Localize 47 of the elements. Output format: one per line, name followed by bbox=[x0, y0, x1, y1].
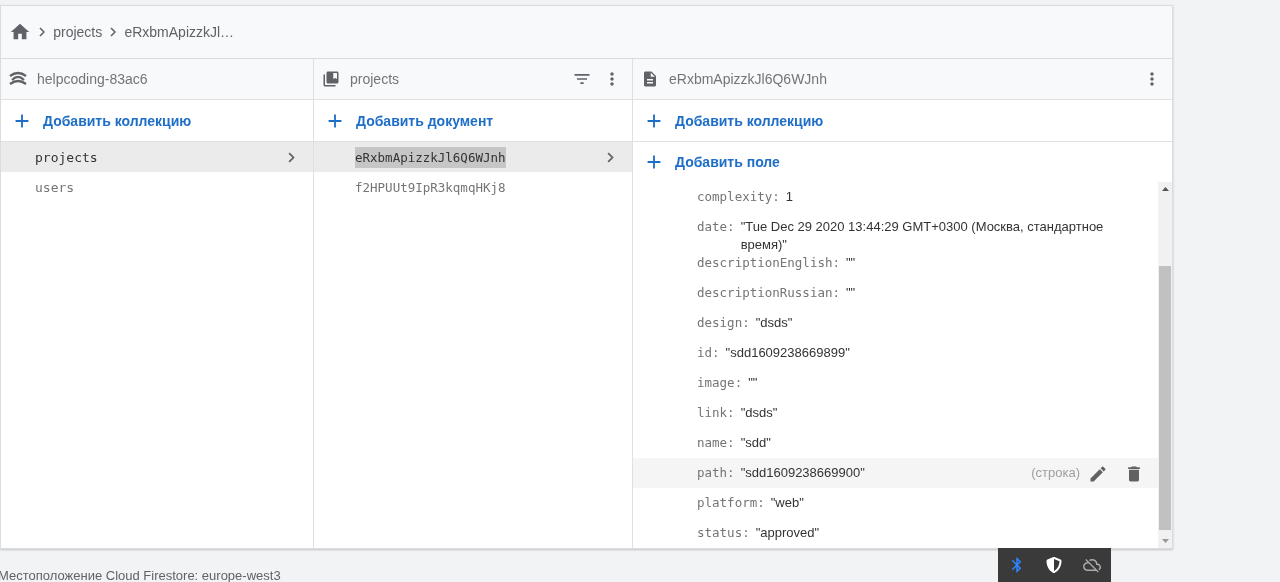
field-key: path: bbox=[697, 464, 735, 482]
document-item[interactable]: eRxbmApizzkJl6Q6WJnh bbox=[355, 147, 506, 168]
field-value: "approved" bbox=[755, 524, 821, 542]
breadcrumb-link[interactable]: eRxbmApizzkJl… bbox=[124, 24, 235, 40]
add-button[interactable]: Добавить коллекцию bbox=[1, 100, 313, 142]
field-value: "" bbox=[846, 284, 857, 302]
field-key: design: bbox=[697, 314, 750, 332]
document-icon bbox=[641, 70, 659, 88]
collection-icon bbox=[322, 70, 340, 88]
field-value: 1 bbox=[785, 188, 795, 206]
field-value: "sdd" bbox=[740, 434, 772, 452]
cloud-off-icon[interactable] bbox=[1082, 556, 1101, 574]
column-title: eRxbmApizzkJl6Q6WJnh bbox=[669, 71, 828, 87]
breadcrumb-link[interactable]: projects bbox=[53, 24, 103, 40]
field-value: "web" bbox=[770, 494, 805, 512]
field-value: "dsds" bbox=[755, 314, 794, 332]
chevron-icon bbox=[39, 27, 46, 37]
shield-icon[interactable] bbox=[1046, 557, 1063, 573]
scroll-up-icon[interactable] bbox=[1161, 187, 1169, 191]
field-key: id: bbox=[697, 344, 720, 362]
field-key: platform: bbox=[697, 494, 765, 512]
field-key: status: bbox=[697, 524, 750, 542]
document-item[interactable]: f2HPUUt9IpR3kqmqHKj8 bbox=[355, 177, 506, 198]
chevron-icon bbox=[607, 151, 614, 163]
field-value: "sdd1609238669899" bbox=[725, 344, 851, 362]
field-value: "Tue Dec 29 2020 13:44:29 GMT+0300 (Москва, стандартное время)" bbox=[740, 218, 1105, 254]
field-key: complexity: bbox=[697, 188, 780, 206]
edit-icon[interactable] bbox=[1088, 464, 1108, 484]
field-key: image: bbox=[697, 374, 743, 392]
field-value: "" bbox=[846, 254, 857, 272]
column-title: projects bbox=[350, 71, 401, 87]
field-value: "sdd1609238669900" bbox=[740, 464, 866, 482]
field-key: name: bbox=[697, 434, 735, 452]
collection-item[interactable]: users bbox=[35, 179, 295, 195]
field-key: descriptionEnglish: bbox=[697, 254, 840, 272]
field-key: link: bbox=[697, 404, 735, 422]
column-title: helpcoding-83ac6 bbox=[37, 71, 149, 87]
chevron-icon bbox=[288, 151, 295, 163]
field-type: (строка) bbox=[1031, 464, 1080, 482]
field-value: "dsds" bbox=[740, 404, 779, 422]
add-button[interactable]: Добавить коллекцию bbox=[633, 100, 1172, 142]
field-key: date: bbox=[697, 218, 735, 236]
chevron-icon bbox=[110, 27, 117, 37]
scrollbar[interactable] bbox=[1158, 182, 1172, 548]
field-key: descriptionRussian: bbox=[697, 284, 840, 302]
field-value: "" bbox=[748, 374, 759, 392]
stack-icon bbox=[9, 71, 27, 87]
